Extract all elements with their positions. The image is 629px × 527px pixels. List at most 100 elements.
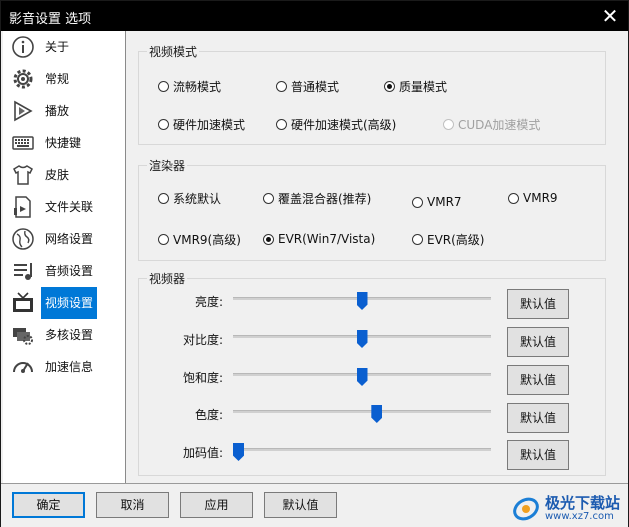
radio-label: EVR(Win7/Vista) bbox=[278, 232, 376, 246]
radio-label: VMR9(高级) bbox=[173, 232, 241, 247]
radio-vmr9[interactable]: VMR9 bbox=[508, 189, 558, 207]
radio-cuda-mode: CUDA加速模式 bbox=[443, 115, 540, 133]
radio-circle[interactable] bbox=[158, 192, 169, 204]
sidebar-item-label: 关于 bbox=[45, 40, 70, 54]
radio-circle[interactable] bbox=[158, 118, 169, 130]
slider-label: 饱和度: bbox=[182, 371, 223, 385]
sidebar-item-video[interactable]: 视频设置 bbox=[3, 287, 125, 319]
watermark: 极光下载站 www.xz7.com bbox=[511, 493, 620, 523]
sidebar-item-audio[interactable]: 音频设置 bbox=[3, 255, 125, 287]
slider-label: 对比度: bbox=[182, 333, 223, 347]
speedometer-icon bbox=[13, 362, 33, 373]
sidebar-item-file-assoc[interactable]: 文件关联 bbox=[3, 191, 125, 223]
cpu-icon bbox=[13, 328, 33, 345]
audio-icon bbox=[14, 263, 32, 280]
radio-label: 硬件加速模式 bbox=[173, 117, 246, 132]
sidebar-item-play[interactable]: 播放 bbox=[3, 95, 125, 127]
watermark-logo-icon bbox=[513, 497, 539, 521]
hue-default-button[interactable]: 默认值 bbox=[507, 403, 569, 433]
saturation-default-button[interactable]: 默认值 bbox=[507, 365, 569, 395]
apply-button[interactable]: 应用 bbox=[180, 492, 253, 518]
radio-circle[interactable] bbox=[158, 233, 169, 245]
radio-circle[interactable] bbox=[263, 192, 274, 204]
close-icon[interactable]: ✕ bbox=[598, 4, 622, 28]
watermark-name: 极光下载站 bbox=[544, 493, 620, 512]
ok-button[interactable]: 确定 bbox=[12, 492, 85, 518]
watermark-url: www.xz7.com bbox=[544, 510, 614, 522]
sidebar-item-label: 常规 bbox=[45, 72, 70, 86]
slider-label: 亮度: bbox=[194, 295, 223, 309]
radio-system-default[interactable]: 系统默认 bbox=[158, 189, 221, 207]
radio-label: 普通模式 bbox=[291, 79, 340, 94]
radio-evr[interactable]: EVR(Win7/Vista) bbox=[263, 230, 375, 248]
sidebar-item-label: 播放 bbox=[45, 104, 70, 118]
sidebar-item-accel-info[interactable]: 加速信息 bbox=[3, 351, 125, 383]
info-icon bbox=[12, 36, 34, 58]
sidebar-item-skin[interactable]: 皮肤 bbox=[3, 159, 125, 191]
radio-label: 覆盖混合器(推荐) bbox=[278, 191, 372, 206]
keyboard-icon bbox=[12, 136, 34, 150]
options-window: 影音设置 选项 ✕ 关于 常规 播放 快捷键 皮肤 文件关联 网络设置 音频设置… bbox=[0, 0, 629, 527]
radio-label: EVR(高级) bbox=[427, 232, 485, 247]
video-mode-title: 视频模式 bbox=[147, 43, 200, 60]
tv-icon bbox=[13, 292, 33, 312]
radio-circle[interactable] bbox=[412, 196, 423, 208]
brightness-default-button[interactable]: 默认值 bbox=[507, 289, 569, 319]
sidebar-item-multicore[interactable]: 多核设置 bbox=[3, 319, 125, 351]
radio-label: 质量模式 bbox=[399, 79, 448, 94]
globe-icon bbox=[12, 228, 34, 250]
sidebar-item-label: 快捷键 bbox=[45, 136, 82, 150]
watermark-text: 极光下载站 www.xz7.com bbox=[545, 495, 620, 522]
radio-hw-accel-advanced-mode[interactable]: 硬件加速模式(高级) bbox=[276, 115, 396, 133]
radio-overlay-mixer[interactable]: 覆盖混合器(推荐) bbox=[263, 189, 371, 207]
defaults-button[interactable]: 默认值 bbox=[264, 492, 337, 518]
radio-smooth-mode[interactable]: 流畅模式 bbox=[158, 77, 221, 95]
window-title: 影音设置 选项 bbox=[9, 12, 92, 27]
radio-circle[interactable] bbox=[158, 80, 169, 92]
radio-label: VMR9 bbox=[523, 191, 558, 205]
sidebar-item-hotkeys[interactable]: 快捷键 bbox=[3, 127, 125, 159]
radio-label: VMR7 bbox=[427, 195, 462, 209]
radio-label: CUDA加速模式 bbox=[458, 117, 541, 132]
title-bar: 影音设置 选项 ✕ bbox=[1, 1, 628, 31]
radio-circle[interactable] bbox=[384, 80, 395, 92]
gamma-slider-track[interactable] bbox=[233, 448, 491, 451]
contrast-default-button[interactable]: 默认值 bbox=[507, 327, 569, 357]
hue-slider-track[interactable] bbox=[233, 410, 491, 413]
radio-normal-mode[interactable]: 普通模式 bbox=[276, 77, 339, 95]
radio-quality-mode[interactable]: 质量模式 bbox=[384, 77, 447, 95]
shirt-icon bbox=[13, 165, 33, 185]
radio-label: 系统默认 bbox=[173, 191, 222, 206]
gear-icon bbox=[13, 69, 33, 89]
sidebar-item-label: 多核设置 bbox=[45, 328, 94, 342]
radio-circle[interactable] bbox=[276, 118, 287, 130]
radio-circle[interactable] bbox=[263, 233, 274, 245]
sidebar: 关于 常规 播放 快捷键 皮肤 文件关联 网络设置 音频设置 视频设置 多核设置… bbox=[3, 31, 126, 483]
radio-evr-advanced[interactable]: EVR(高级) bbox=[412, 230, 485, 248]
renderer-title: 渲染器 bbox=[147, 157, 188, 174]
file-icon bbox=[14, 196, 31, 218]
sidebar-item-label: 文件关联 bbox=[45, 200, 94, 214]
slider-label: 色度: bbox=[194, 408, 223, 422]
footer-bar: 确定 取消 应用 默认值 极光下载站 www.xz7.com bbox=[1, 483, 628, 527]
sidebar-item-about[interactable]: 关于 bbox=[3, 31, 125, 63]
cancel-button[interactable]: 取消 bbox=[96, 492, 169, 518]
sidebar-item-general[interactable]: 常规 bbox=[3, 63, 125, 95]
slider-label: 加码值: bbox=[182, 446, 223, 460]
gamma-default-button[interactable]: 默认值 bbox=[507, 440, 569, 470]
play-icon bbox=[14, 100, 33, 122]
radio-circle[interactable] bbox=[276, 80, 287, 92]
sidebar-item-label: 皮肤 bbox=[45, 168, 70, 182]
radio-circle[interactable] bbox=[508, 192, 519, 204]
radio-vmr7[interactable]: VMR7 bbox=[412, 193, 462, 211]
radio-hw-accel-mode[interactable]: 硬件加速模式 bbox=[158, 115, 245, 133]
sidebar-item-network[interactable]: 网络设置 bbox=[3, 223, 125, 255]
radio-circle[interactable] bbox=[412, 233, 423, 245]
radio-circle bbox=[443, 118, 454, 130]
radio-vmr9-advanced[interactable]: VMR9(高级) bbox=[158, 230, 241, 248]
radio-label: 硬件加速模式(高级) bbox=[291, 117, 397, 132]
sidebar-item-label: 加速信息 bbox=[45, 360, 94, 374]
sidebar-item-label: 音频设置 bbox=[45, 264, 94, 278]
video-controls-title: 视频器 bbox=[147, 270, 188, 287]
sidebar-item-label: 网络设置 bbox=[45, 232, 94, 246]
